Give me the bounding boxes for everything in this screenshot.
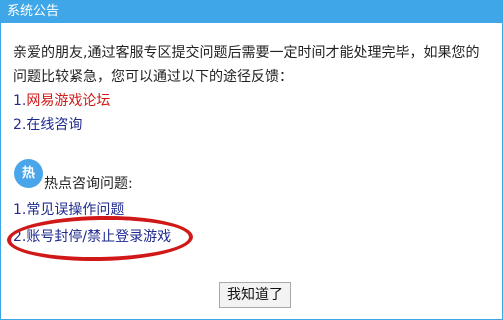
ok-button[interactable]: 我知道了 [219, 282, 291, 308]
hot-questions-heading: 热点咨询问题: [44, 176, 133, 192]
announcement-dialog: 系统公告 亲爱的朋友,通过客服专区提交问题后需要一定时间才能处理完毕，如果您的问… [0, 0, 503, 320]
list-number: 1. [13, 202, 27, 218]
red-highlight-oval [6, 214, 194, 263]
contact-link-row-forum: 1.网易游戏论坛 [13, 92, 110, 110]
titlebar: 系统公告 [1, 1, 502, 23]
hot-icon: 热 [14, 159, 43, 188]
online-consult-link[interactable]: 在线咨询 [26, 117, 82, 133]
contact-link-row-online-chat: 2.在线咨询 [13, 116, 82, 134]
notice-text: 亲爱的朋友,通过客服专区提交问题后需要一定时间才能处理完毕，如果您的问题比较紧急… [13, 45, 480, 85]
dialog-title: 系统公告 [7, 4, 60, 19]
list-number: 1. [13, 93, 27, 109]
forum-link[interactable]: 网易游戏论坛 [26, 93, 110, 109]
list-number: 2. [13, 117, 27, 133]
